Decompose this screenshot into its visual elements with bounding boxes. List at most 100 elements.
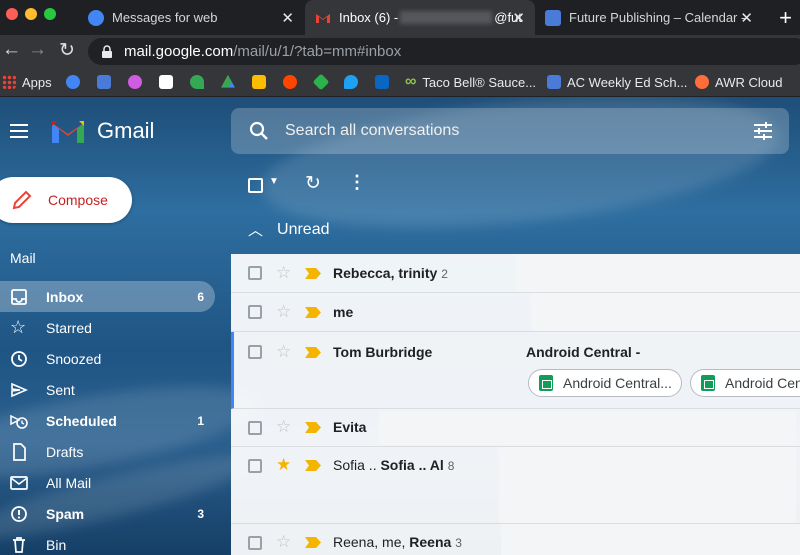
bookmark-twitter[interactable]: [344, 74, 364, 90]
bookmark-label: Apps: [22, 74, 52, 90]
email-row[interactable]: ☆ Evita: [231, 409, 800, 447]
sidebar-item-scheduled[interactable]: Scheduled 1: [0, 405, 215, 436]
email-row[interactable]: ☆ Reena, me, Reena 3: [231, 524, 800, 555]
sidebar-item-label: Scheduled: [46, 412, 117, 429]
tab-inbox[interactable]: Inbox (6) - @fut ✕: [305, 0, 535, 35]
star-icon[interactable]: ☆: [276, 302, 291, 322]
email-row[interactable]: ★ Sofia .. Sofia .. Al 8: [231, 447, 800, 524]
flipboard-icon: [159, 75, 173, 89]
reload-icon[interactable]: ↻: [59, 39, 75, 62]
search-bar[interactable]: [231, 108, 789, 154]
url-path: /mail/u/1/?tab=mm#inbox: [233, 43, 402, 60]
address-bar[interactable]: mail.google.com/mail/u/1/?tab=mm#inbox: [88, 38, 800, 65]
scheduled-count: 1: [197, 413, 204, 428]
star-icon[interactable]: ☆: [276, 532, 291, 552]
redacted-content: [501, 524, 800, 555]
minimize-window-button[interactable]: [25, 8, 37, 20]
email-sender: me: [333, 304, 354, 320]
important-marker-icon[interactable]: [305, 268, 321, 279]
email-sender: Reena, me, Reena 3: [333, 534, 462, 550]
bookmark-awr-cloud[interactable]: AWR Cloud: [695, 74, 782, 90]
close-icon[interactable]: ✕: [740, 9, 753, 27]
tab-calendar[interactable]: Future Publishing – Calendar - ✕: [537, 0, 763, 35]
chevron-up-icon[interactable]: ︿: [248, 219, 263, 240]
apps-grid-icon: [2, 75, 16, 89]
important-marker-icon[interactable]: [305, 307, 321, 318]
select-all-checkbox[interactable]: [248, 178, 263, 193]
row-checkbox[interactable]: [248, 266, 262, 280]
bookmark-plant[interactable]: [190, 74, 210, 90]
bookmark-messages[interactable]: [66, 74, 86, 90]
important-marker-icon[interactable]: [305, 347, 321, 358]
calendar-icon: [545, 9, 561, 26]
close-window-button[interactable]: [6, 8, 18, 20]
important-marker-icon[interactable]: [305, 422, 321, 433]
email-row[interactable]: ☆ Rebecca, trinity 2: [231, 254, 800, 293]
bookmark-drive[interactable]: [221, 74, 241, 90]
bookmark-globe[interactable]: [128, 74, 148, 90]
bookmark-label: AWR Cloud: [715, 74, 783, 90]
section-header-unread[interactable]: ︿ Unread: [248, 219, 330, 240]
forward-arrow-icon[interactable]: →: [28, 39, 47, 61]
bookmark-flipboard[interactable]: [159, 74, 179, 90]
calendar-icon: [547, 75, 561, 89]
main-menu-button[interactable]: [10, 124, 28, 138]
filter-options-icon[interactable]: [753, 121, 773, 141]
bookmark-label: Taco Bell® Sauce...: [422, 74, 537, 90]
more-options-icon[interactable]: ⋮: [348, 172, 366, 193]
star-icon[interactable]: ☆: [276, 342, 291, 362]
search-input[interactable]: [285, 119, 685, 143]
sheets-icon: [701, 375, 715, 391]
back-arrow-icon[interactable]: ←: [2, 39, 21, 61]
bookmark-keep[interactable]: [252, 74, 272, 90]
email-sender: Evita: [333, 419, 367, 435]
close-icon[interactable]: ✕: [281, 9, 294, 27]
bookmark-ac-weekly[interactable]: AC Weekly Ed Sch...: [547, 74, 687, 90]
bookmark-calendar[interactable]: [97, 74, 117, 90]
zoom-window-button[interactable]: [44, 8, 56, 20]
sidebar-item-sent[interactable]: Sent: [0, 374, 215, 405]
close-icon[interactable]: ✕: [512, 9, 525, 27]
important-marker-icon[interactable]: [305, 537, 321, 548]
tab-title: Inbox (6) -: [339, 10, 399, 25]
feedly-icon: [312, 73, 330, 91]
star-icon: ☆: [10, 317, 27, 337]
bookmark-apps[interactable]: Apps: [2, 74, 52, 90]
star-filled-icon[interactable]: ★: [276, 455, 291, 475]
row-checkbox[interactable]: [248, 459, 262, 473]
star-icon[interactable]: ☆: [276, 263, 291, 283]
email-subject: Android Central -: [526, 344, 641, 360]
sidebar-item-label: Starred: [46, 319, 92, 336]
email-row[interactable]: ☆ Tom Burbridge Android Central - Androi…: [231, 332, 800, 409]
sidebar-item-bin[interactable]: Bin: [0, 529, 215, 555]
bookmark-reddit[interactable]: [283, 74, 303, 90]
attachment-chip[interactable]: Android Central...: [690, 369, 800, 397]
messages-icon: [88, 9, 104, 26]
row-checkbox[interactable]: [248, 421, 262, 435]
tab-messages[interactable]: Messages for web ✕: [80, 0, 304, 35]
important-marker-icon[interactable]: [305, 460, 321, 471]
star-icon[interactable]: ☆: [276, 417, 291, 437]
bookmark-feedly[interactable]: [312, 73, 334, 91]
sidebar-item-snoozed[interactable]: Snoozed: [0, 343, 215, 374]
sidebar-item-spam[interactable]: Spam 3: [0, 498, 215, 529]
email-sender: Tom Burbridge: [333, 344, 433, 360]
sidebar-item-all-mail[interactable]: All Mail: [0, 467, 215, 498]
sidebar-item-starred[interactable]: ☆ Starred: [0, 312, 215, 343]
attachment-chip[interactable]: Android Central...: [528, 369, 682, 397]
refresh-icon[interactable]: ↻: [305, 172, 321, 195]
bookmark-linkedin[interactable]: [375, 74, 395, 90]
url-host: mail.google.com: [124, 43, 234, 60]
row-checkbox[interactable]: [248, 345, 262, 359]
compose-button[interactable]: Compose: [0, 177, 132, 223]
sidebar-item-inbox[interactable]: Inbox 6: [0, 281, 215, 312]
sidebar-item-drafts[interactable]: Drafts: [0, 436, 215, 467]
row-checkbox[interactable]: [248, 536, 262, 550]
row-checkbox[interactable]: [248, 305, 262, 319]
email-row[interactable]: ☆ me: [231, 293, 800, 332]
new-tab-button[interactable]: +: [779, 5, 792, 31]
search-icon[interactable]: [249, 121, 269, 141]
globe-icon: [128, 75, 142, 89]
chevron-down-icon[interactable]: ▼: [269, 176, 279, 187]
bookmark-taco-bell[interactable]: ∞ Taco Bell® Sauce...: [405, 73, 537, 90]
